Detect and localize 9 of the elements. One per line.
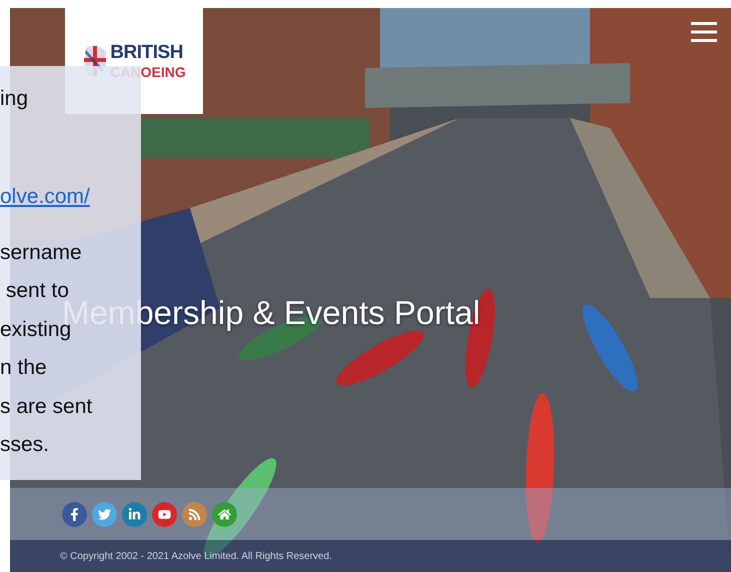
notice-line: sses. xyxy=(0,432,50,458)
copyright-text: © Copyright 2002 - 2021 Azolve Limited. All Rights Reserved. xyxy=(60,550,332,564)
logo-wordmark: BRITISH xyxy=(110,43,183,62)
notice-line: sername xyxy=(0,240,83,266)
notice-line: n the xyxy=(0,355,48,381)
notice-line: ing xyxy=(0,86,30,112)
menu-icon[interactable] xyxy=(691,22,717,42)
notice-line: s are sent xyxy=(0,394,94,420)
portal-link[interactable]: olve.com/ xyxy=(0,178,141,214)
